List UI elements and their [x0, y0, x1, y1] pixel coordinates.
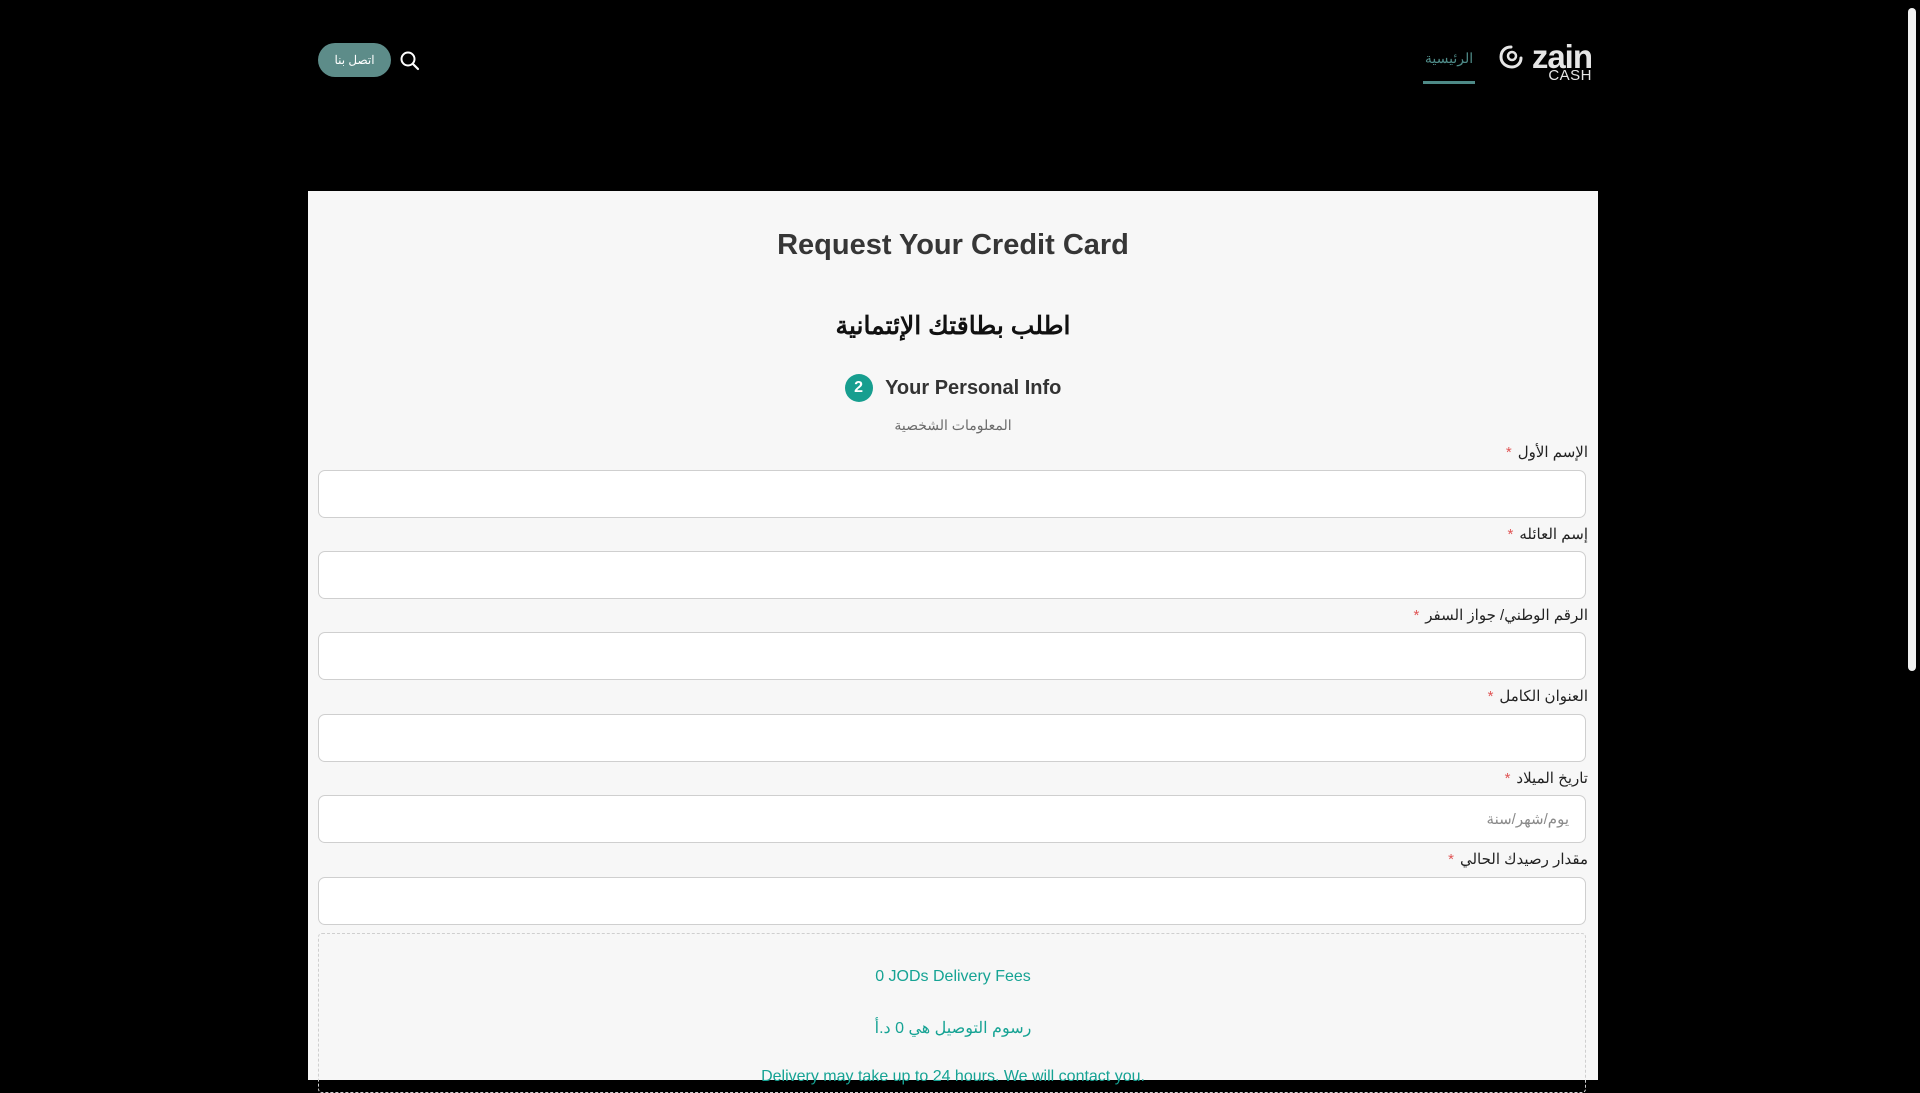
search-icon [400, 51, 420, 71]
full-address-input[interactable] [318, 714, 1586, 762]
search-button[interactable] [398, 49, 422, 73]
nav-home-link[interactable]: الرئيسية [1423, 50, 1475, 67]
page-title: Request Your Credit Card [777, 229, 1129, 261]
required-marker: * [1413, 607, 1420, 624]
first-name-input[interactable] [318, 470, 1586, 518]
step-subtitle: المعلومات الشخصية [894, 417, 1012, 433]
delivery-fees-english: 0 JODs Delivery Fees [875, 968, 1031, 985]
scrollbar-thumb[interactable] [1908, 8, 1916, 671]
delivery-fees-arabic: رسوم التوصيل هي 0 د.أ [874, 1020, 1032, 1037]
required-marker: * [1487, 688, 1494, 705]
page-title-arabic: اطلب بطاقتك الإئتمانية [835, 312, 1071, 340]
logo-swirl-icon [1499, 45, 1523, 69]
zain-cash-logo[interactable]: zain CASH [1498, 40, 1593, 84]
required-marker: * [1448, 851, 1454, 868]
top-navigation: zain CASH الرئيسية اتصل بنا [0, 0, 1905, 120]
required-marker: * [1504, 770, 1511, 787]
step-number-badge: 2 [844, 374, 873, 402]
logo-sub: CASH [1548, 67, 1592, 84]
nav-active-underline [1423, 81, 1475, 84]
national-id-label: الرقم الوطني/ جواز السفر* [1413, 607, 1588, 624]
credit-card-request-form: Request Your Credit Card اطلب بطاقتك الإ… [308, 191, 1598, 1093]
required-marker: * [1505, 444, 1512, 461]
step-header: 2 Your Personal Info [308, 374, 1598, 402]
national-id-input[interactable] [318, 632, 1586, 680]
required-marker: * [1507, 526, 1514, 543]
step-title: Your Personal Info [885, 376, 1062, 399]
birth-date-label: تاريخ الميلاد* [1504, 770, 1588, 787]
last-name-input[interactable] [318, 551, 1586, 599]
birth-date-input[interactable] [318, 795, 1586, 843]
first-name-label: الإسم الأول* [1505, 444, 1588, 461]
delivery-info-box: 0 JODs Delivery Fees رسوم التوصيل هي 0 د… [318, 933, 1586, 1093]
full-address-label: العنوان الكامل* [1487, 688, 1588, 705]
current-balance-label: مقدار رصيدك الحالي* [1448, 851, 1588, 868]
last-name-label: إسم العائله* [1507, 526, 1588, 543]
current-balance-input[interactable] [318, 877, 1586, 925]
contact-us-button[interactable]: اتصل بنا [318, 43, 391, 77]
delivery-time-note: Delivery may take up to 24 hours. We wil… [761, 1068, 1145, 1085]
